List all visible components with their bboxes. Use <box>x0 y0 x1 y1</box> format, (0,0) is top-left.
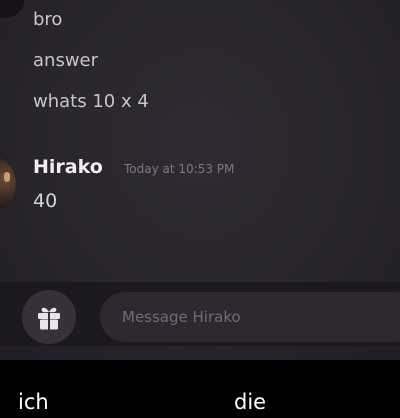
message-line: whats 10 x 4 <box>33 91 149 112</box>
message-input[interactable] <box>100 292 400 342</box>
message-line: bro <box>33 9 63 30</box>
message-timestamp: Today at 10:53 PM <box>124 162 235 176</box>
message-author[interactable]: Hirako <box>33 156 103 178</box>
gift-icon <box>38 307 60 330</box>
avatar-previous-sender[interactable] <box>0 0 24 18</box>
meme-frame: bro answer whats 10 x 4 Hirako Today at … <box>0 0 400 418</box>
gift-button[interactable] <box>22 290 76 344</box>
caption-left: ich <box>18 390 49 414</box>
message-line: answer <box>33 50 99 71</box>
chat-view: bro answer whats 10 x 4 Hirako Today at … <box>0 0 400 360</box>
avatar-hirako[interactable] <box>0 158 16 210</box>
avatar-detail <box>4 172 10 182</box>
message-line: 40 <box>33 190 58 212</box>
caption-right: die <box>234 390 267 414</box>
